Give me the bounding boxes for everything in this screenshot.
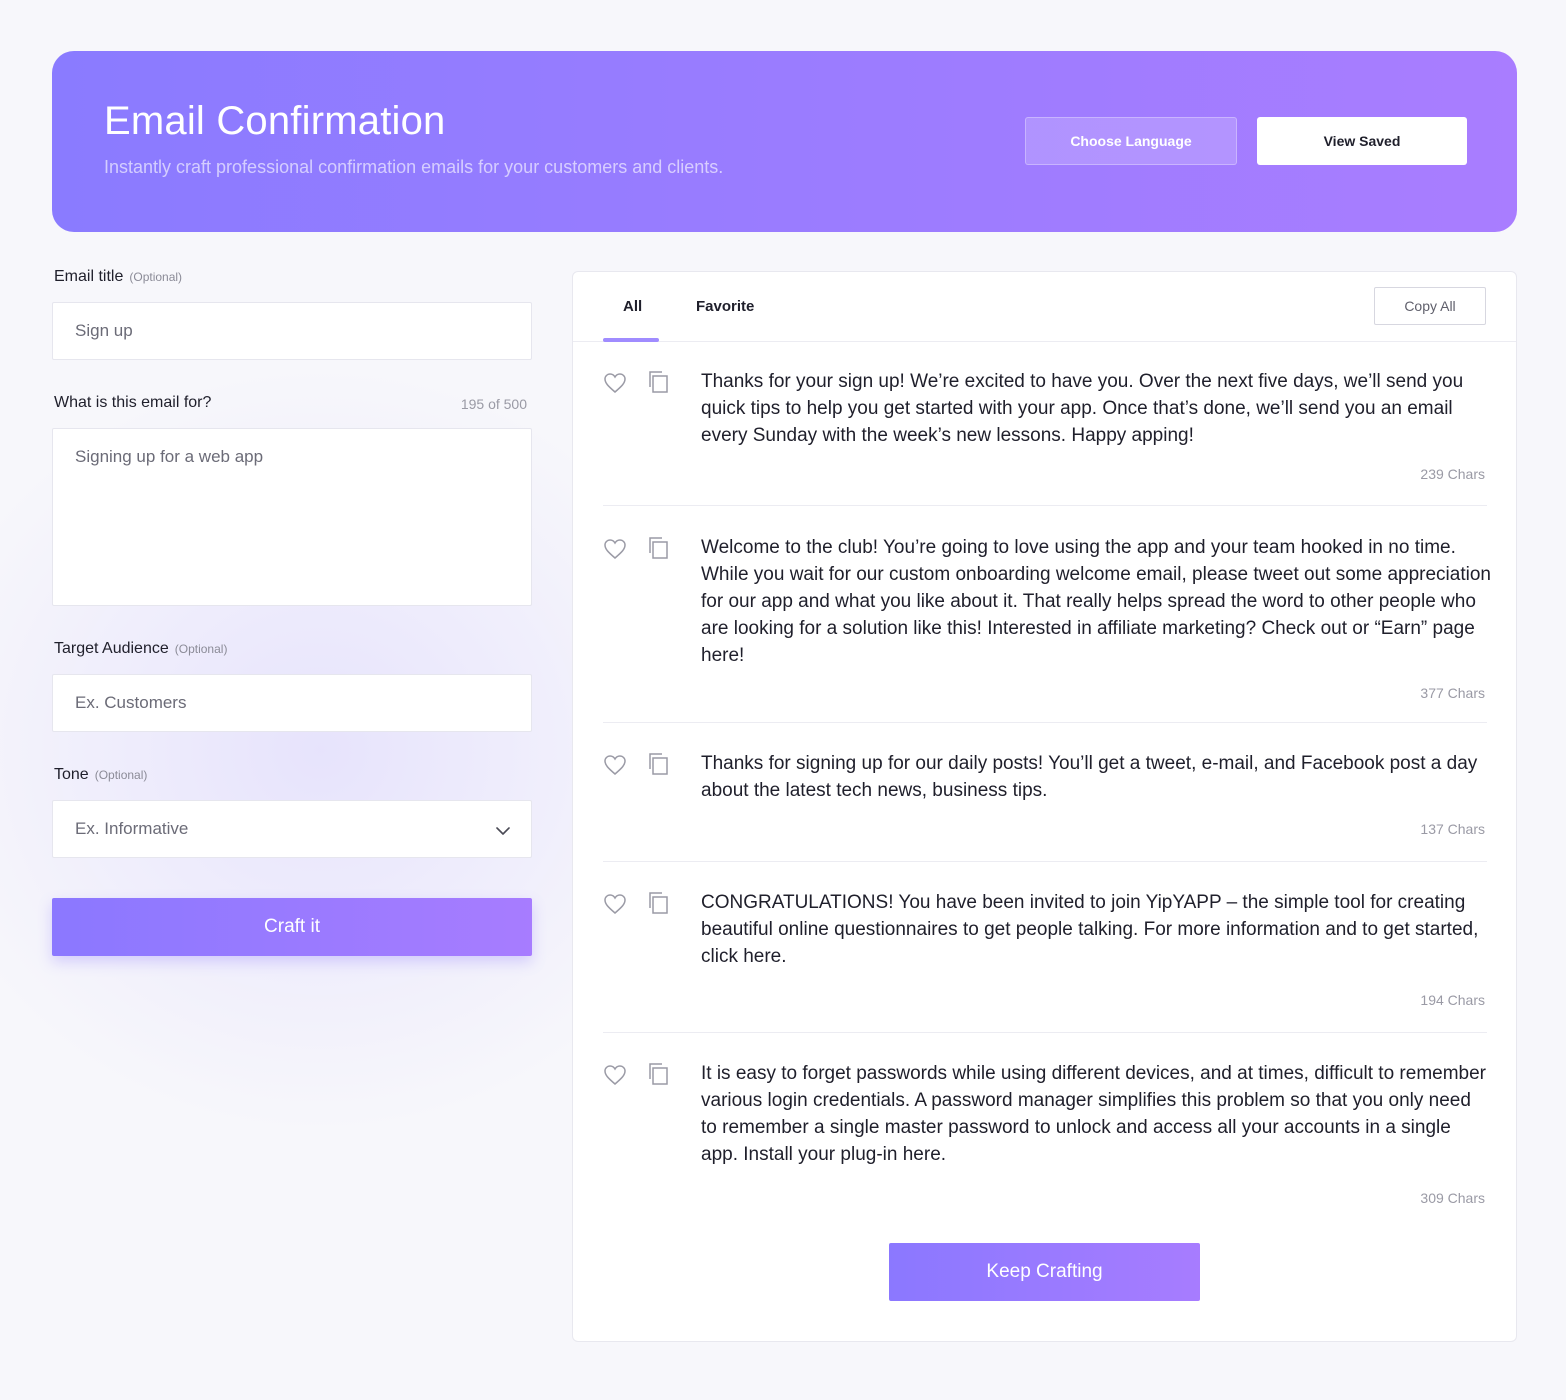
copy-icon[interactable]	[647, 1062, 669, 1086]
heart-icon[interactable]	[603, 893, 627, 915]
page-title: Email Confirmation	[104, 99, 446, 143]
result-text[interactable]: Thanks for your sign up! We’re excited t…	[701, 368, 1491, 449]
results-tabs: All Favorite Copy All	[573, 272, 1516, 342]
copy-icon[interactable]	[647, 370, 669, 394]
result-item: Welcome to the club! You’re going to lov…	[603, 534, 1491, 723]
heart-icon[interactable]	[603, 538, 627, 560]
result-text[interactable]: CONGRATULATIONS! You have been invited t…	[701, 889, 1491, 970]
result-item: CONGRATULATIONS! You have been invited t…	[603, 889, 1487, 1033]
optional-tag: (Optional)	[94, 768, 148, 782]
result-text[interactable]: It is easy to forget passwords while usi…	[701, 1060, 1491, 1168]
heart-icon[interactable]	[603, 372, 627, 394]
tab-favorite[interactable]: Favorite	[696, 298, 754, 315]
header-banner: Email Confirmation Instantly craft profe…	[52, 51, 1517, 232]
choose-language-button[interactable]: Choose Language	[1025, 117, 1237, 165]
char-count: 377 Chars	[1420, 685, 1485, 701]
email-title-label: Email title (Optional)	[54, 268, 182, 286]
copy-icon[interactable]	[647, 891, 669, 915]
results-panel: All Favorite Copy All Thanks for your si…	[572, 271, 1517, 1342]
result-item: Thanks for your sign up! We’re excited t…	[603, 368, 1487, 506]
tab-all[interactable]: All	[623, 298, 642, 315]
char-count: 194 Chars	[1420, 992, 1485, 1008]
target-audience-label-text: Target Audience	[54, 640, 169, 657]
purpose-placeholder: Signing up for a web app	[75, 447, 264, 466]
copy-icon[interactable]	[647, 536, 669, 560]
divider	[603, 505, 1487, 506]
purpose-textarea[interactable]: Signing up for a web app	[52, 428, 532, 606]
optional-tag: (Optional)	[174, 642, 228, 656]
char-count: 137 Chars	[1420, 821, 1485, 837]
char-count: 239 Chars	[1420, 466, 1485, 482]
result-item: It is easy to forget passwords while usi…	[603, 1060, 1487, 1210]
tone-select[interactable]: Ex. Informative	[52, 800, 532, 858]
keep-crafting-button[interactable]: Keep Crafting	[889, 1243, 1200, 1301]
tone-label: Tone (Optional)	[54, 766, 147, 784]
character-counter: 195 of 500	[460, 396, 527, 412]
active-tab-indicator	[603, 338, 659, 342]
page-subtitle: Instantly craft professional confirmatio…	[104, 157, 724, 177]
tone-label-text: Tone	[54, 766, 89, 783]
optional-tag: (Optional)	[129, 270, 183, 284]
chevron-down-icon	[496, 827, 510, 835]
email-title-input[interactable]: Sign up	[52, 302, 532, 360]
result-text[interactable]: Thanks for signing up for our daily post…	[701, 750, 1491, 804]
divider	[603, 722, 1487, 723]
email-title-label-text: Email title	[54, 268, 124, 285]
copy-all-button[interactable]: Copy All	[1374, 287, 1486, 325]
craft-it-button[interactable]: Craft it	[52, 898, 532, 956]
divider	[603, 861, 1487, 862]
purpose-label: What is this email for?	[54, 394, 212, 411]
target-audience-input[interactable]: Ex. Customers	[52, 674, 532, 732]
divider	[603, 1032, 1487, 1033]
email-title-placeholder: Sign up	[75, 321, 133, 340]
heart-icon[interactable]	[603, 754, 627, 776]
char-count: 309 Chars	[1420, 1190, 1485, 1206]
target-audience-placeholder: Ex. Customers	[75, 693, 187, 712]
heart-icon[interactable]	[603, 1064, 627, 1086]
tone-selected-value: Ex. Informative	[75, 819, 189, 838]
view-saved-button[interactable]: View Saved	[1257, 117, 1467, 165]
result-item: Thanks for signing up for our daily post…	[603, 750, 1487, 862]
copy-icon[interactable]	[647, 752, 669, 776]
target-audience-label: Target Audience (Optional)	[54, 640, 227, 658]
result-text[interactable]: Welcome to the club! You’re going to lov…	[701, 534, 1491, 669]
